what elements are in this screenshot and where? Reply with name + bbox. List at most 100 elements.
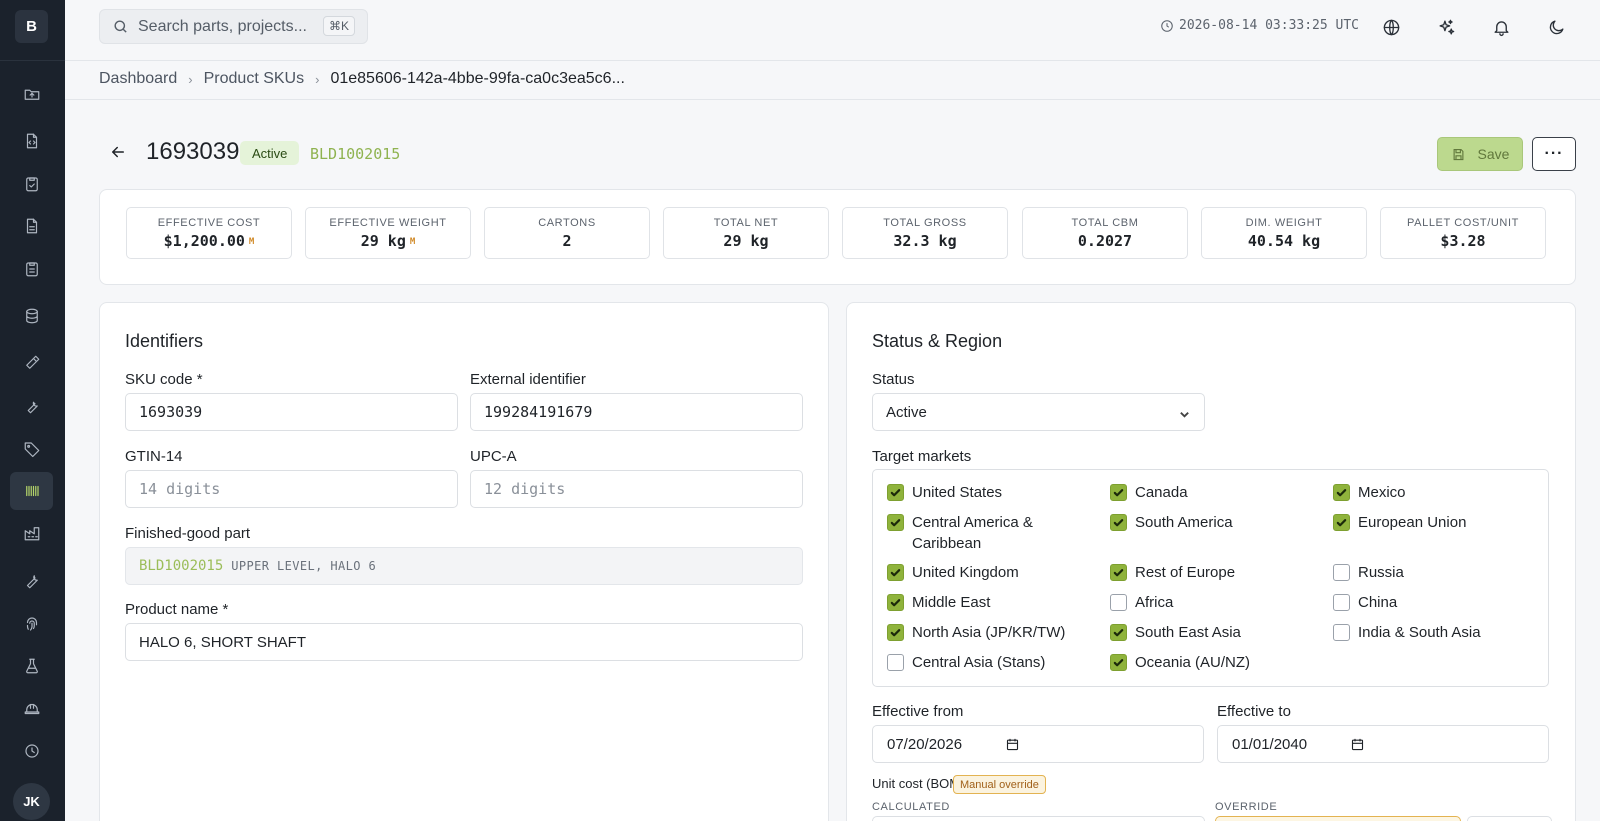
calendar-icon[interactable] <box>1005 737 1020 752</box>
checkbox-checked-icon[interactable] <box>887 484 904 501</box>
market-label: Rest of Europe <box>1135 564 1236 581</box>
checkbox-unchecked-icon[interactable] <box>887 654 904 671</box>
metric-value: $3.28 <box>1440 232 1486 250</box>
market-checkbox-item[interactable]: Africa <box>1110 592 1173 613</box>
nav-database[interactable] <box>10 297 53 335</box>
metric-value: 29 kg <box>723 232 769 250</box>
market-checkbox-item[interactable]: Mexico <box>1333 482 1406 503</box>
save-label: Save <box>1477 146 1510 162</box>
external-identifier-input[interactable]: 199284191679 <box>470 393 803 431</box>
checkbox-unchecked-icon[interactable] <box>1333 564 1350 581</box>
breadcrumb-dashboard[interactable]: Dashboard <box>99 70 177 88</box>
nav-hammer[interactable] <box>10 344 53 382</box>
market-checkbox-item[interactable]: United States <box>887 482 1002 503</box>
nav-flask[interactable] <box>10 647 53 685</box>
nav-fingerprint[interactable] <box>10 605 53 643</box>
market-checkbox-item[interactable]: North Asia (JP/KR/TW) <box>887 622 1065 643</box>
nav-wrench[interactable] <box>10 387 53 425</box>
nav-tool[interactable] <box>10 562 53 600</box>
checkbox-checked-icon[interactable] <box>1333 514 1350 531</box>
market-checkbox-item[interactable]: European Union <box>1333 512 1466 533</box>
nav-factory[interactable] <box>10 514 53 552</box>
effective-from-value: 07/20/2026 <box>887 735 963 753</box>
nav-clipboard-check[interactable] <box>10 165 53 203</box>
save-button[interactable]: Save <box>1437 137 1523 171</box>
checkbox-checked-icon[interactable] <box>1110 484 1127 501</box>
search-icon <box>114 20 127 33</box>
app-logo[interactable]: B <box>15 10 48 43</box>
nav-clock[interactable] <box>10 732 53 770</box>
identifiers-card: Identifiers SKU code * 1693039 External … <box>99 302 829 821</box>
theme-toggle-button[interactable] <box>1544 15 1568 39</box>
user-avatar[interactable]: JK <box>13 783 50 820</box>
market-checkbox-item[interactable]: China <box>1333 592 1397 613</box>
language-button[interactable] <box>1379 15 1403 39</box>
nav-tag[interactable] <box>10 430 53 468</box>
ai-assistant-button[interactable] <box>1434 15 1458 39</box>
moon-icon <box>1549 19 1564 34</box>
metric-value: 40.54 kg <box>1247 232 1321 250</box>
market-checkbox-item[interactable]: Canada <box>1110 482 1188 503</box>
more-options-button[interactable]: ··· <box>1532 137 1576 171</box>
metric-pallet-cost: Pallet cost/unit $3.28 <box>1380 207 1546 259</box>
clock-icon <box>1161 19 1173 32</box>
nav-barcode[interactable] <box>10 472 53 510</box>
nav-clipboard-list[interactable] <box>10 250 53 288</box>
status-select[interactable]: Active <box>872 393 1205 431</box>
market-checkbox-item[interactable]: Russia <box>1333 562 1404 583</box>
metric-label: Total CBM <box>1071 217 1139 229</box>
gtin-input[interactable]: 14 digits <box>125 470 458 508</box>
breadcrumb-product-skus[interactable]: Product SKUs <box>204 70 304 88</box>
market-checkbox-item[interactable]: India & South Asia <box>1333 622 1481 643</box>
target-markets-label: Target markets <box>872 448 972 465</box>
nav-hard-hat[interactable] <box>10 690 53 728</box>
market-checkbox-item[interactable]: Middle East <box>887 592 990 613</box>
external-identifier-label: External identifier <box>470 371 586 388</box>
product-name-input[interactable]: HALO 6, SHORT SHAFT <box>125 623 803 661</box>
checkbox-checked-icon[interactable] <box>1110 564 1127 581</box>
effective-from-input[interactable]: 07/20/2026 <box>872 725 1204 763</box>
checkbox-unchecked-icon[interactable] <box>1110 594 1127 611</box>
sku-code-input[interactable]: 1693039 <box>125 393 458 431</box>
checkbox-checked-icon[interactable] <box>887 594 904 611</box>
status-region-card: Status & Region Status Active Target mar… <box>846 302 1576 821</box>
notifications-button[interactable] <box>1489 15 1513 39</box>
checkbox-checked-icon[interactable] <box>887 624 904 641</box>
metric-label: Cartons <box>538 217 596 229</box>
checkbox-unchecked-icon[interactable] <box>1333 594 1350 611</box>
market-checkbox-item[interactable]: Rest of Europe <box>1110 562 1235 583</box>
back-button[interactable] <box>107 141 129 163</box>
market-checkbox-item[interactable]: Central America & Caribbean <box>887 512 1077 554</box>
checkbox-checked-icon[interactable] <box>1333 484 1350 501</box>
tool-icon <box>26 575 38 589</box>
nav-file-text[interactable] <box>10 207 53 245</box>
market-checkbox-item[interactable]: United Kingdom <box>887 562 1019 583</box>
search-input[interactable]: Search parts, projects... ⌘K <box>99 9 368 44</box>
market-checkbox-item[interactable]: Central Asia (Stans) <box>887 652 1045 673</box>
market-label: United States <box>912 484 1003 501</box>
chevron-down-icon <box>1179 407 1190 418</box>
market-label: India & South Asia <box>1358 624 1481 641</box>
calendar-icon[interactable] <box>1350 737 1365 752</box>
sidebar-divider <box>0 60 65 61</box>
checkbox-checked-icon[interactable] <box>887 564 904 581</box>
market-checkbox-item[interactable]: South America <box>1110 512 1233 533</box>
hammer-icon <box>25 355 39 369</box>
override-clear-button[interactable] <box>1467 816 1552 821</box>
market-checkbox-item[interactable]: Oceania (AU/NZ) <box>1110 652 1250 673</box>
checkbox-checked-icon[interactable] <box>887 514 904 531</box>
upc-input[interactable]: 12 digits <box>470 470 803 508</box>
metric-cartons: Cartons 2 <box>484 207 650 259</box>
nav-folder-upload[interactable] <box>10 75 53 113</box>
effective-to-input[interactable]: 01/01/2040 <box>1217 725 1549 763</box>
checkbox-checked-icon[interactable] <box>1110 514 1127 531</box>
checkbox-checked-icon[interactable] <box>1110 624 1127 641</box>
override-label: Override <box>1215 801 1278 813</box>
file-text-icon <box>26 218 37 234</box>
checkbox-checked-icon[interactable] <box>1110 654 1127 671</box>
override-cost-input[interactable] <box>1215 816 1461 821</box>
market-checkbox-item[interactable]: South East Asia <box>1110 622 1241 643</box>
part-code-link[interactable]: BLD1002015 <box>310 145 400 163</box>
nav-file-code[interactable] <box>10 122 53 160</box>
checkbox-unchecked-icon[interactable] <box>1333 624 1350 641</box>
